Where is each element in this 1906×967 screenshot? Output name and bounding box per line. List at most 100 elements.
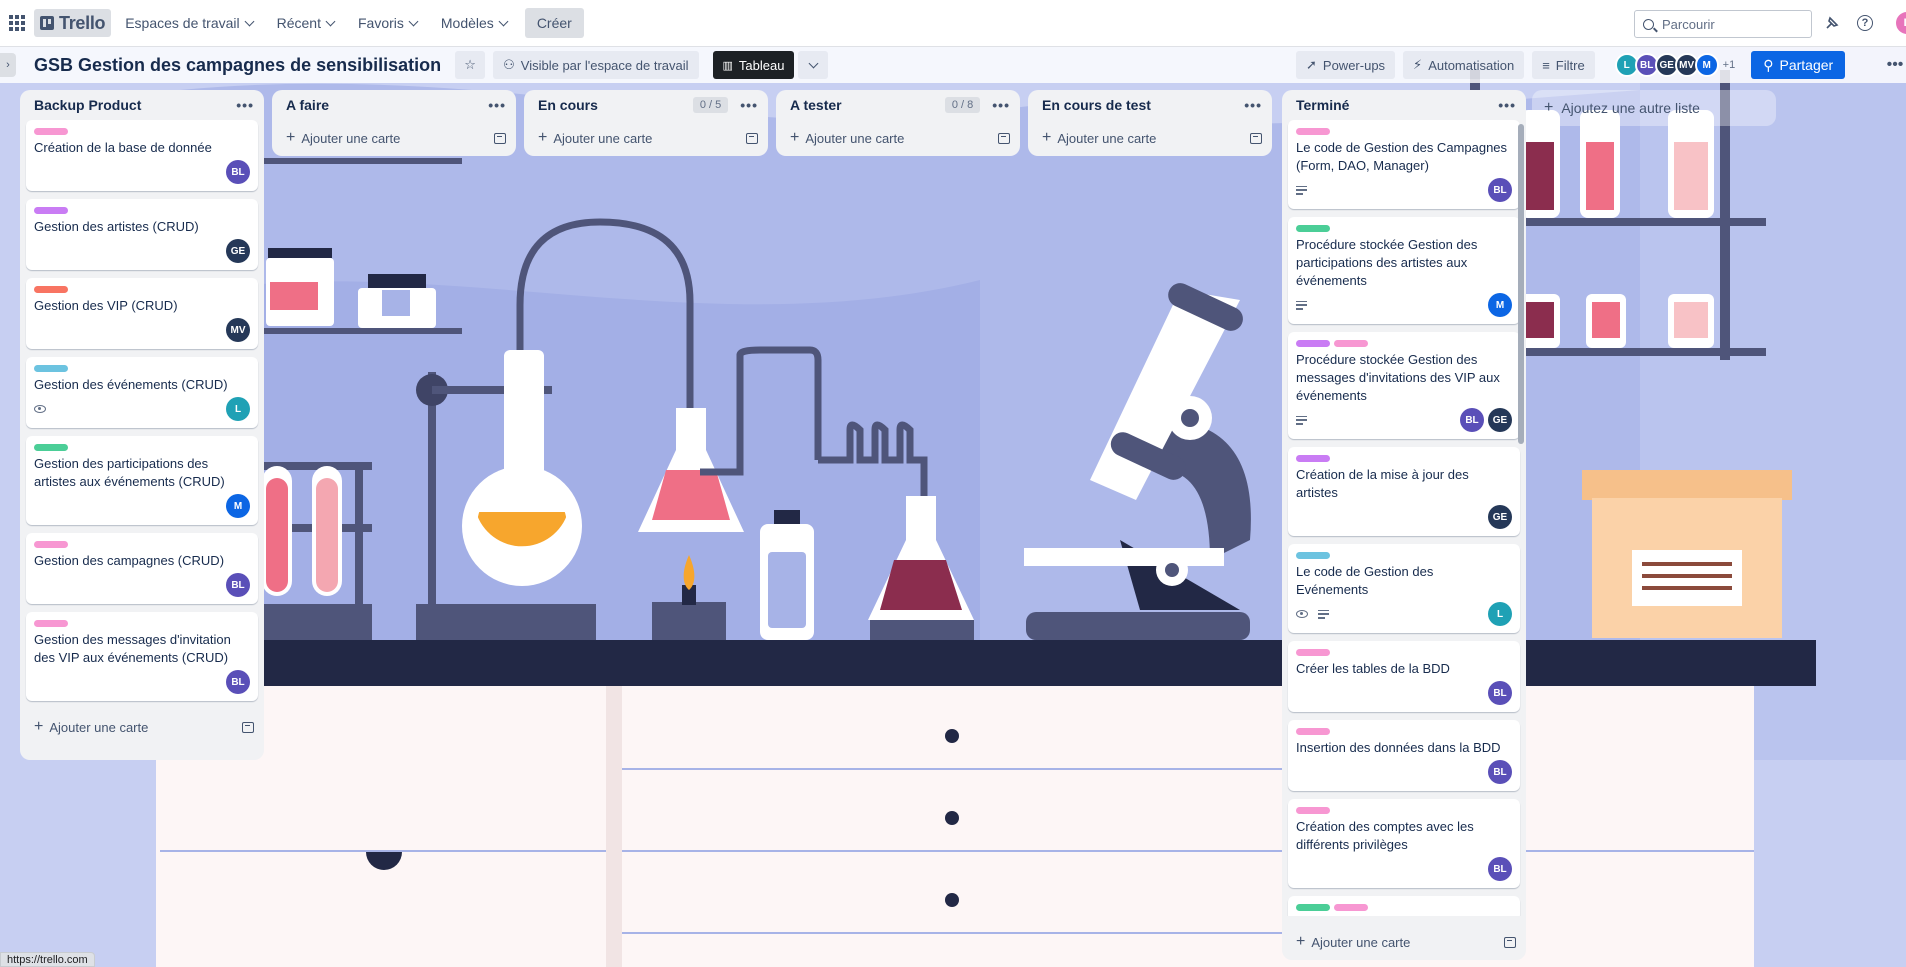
members-more-count[interactable]: +1 [1723,59,1736,71]
card-label[interactable] [34,444,68,451]
add-card-button[interactable]: + Ajouter une carte [1028,120,1272,156]
card-member-avatar[interactable]: MV [226,318,250,342]
list-0[interactable]: Backup Product ••• Création de la base de … [20,90,264,760]
list-header[interactable]: A tester 0 / 8 ••• [776,90,1020,120]
card-label[interactable] [1296,225,1330,232]
list-title[interactable]: En cours [538,97,693,113]
list-title[interactable]: En cours de test [1042,97,1244,113]
card-template-icon[interactable] [746,132,758,144]
list-title[interactable]: Backup Product [34,97,236,113]
nav-workspaces[interactable]: Espaces de travail [115,7,262,39]
card-labels[interactable] [1296,225,1512,232]
card-label[interactable] [1296,455,1330,462]
add-card-button[interactable]: + Ajouter une carte [1282,924,1526,960]
card[interactable]: Gestion des artistes (CRUD) GE [26,199,258,270]
card-label[interactable] [1334,340,1368,347]
board-menu-button[interactable]: ••• [1880,53,1906,77]
card[interactable]: Gestion des VIP (CRUD) MV [26,278,258,349]
card-member-avatar[interactable]: BL [1488,681,1512,705]
card-label[interactable] [1296,807,1330,814]
list-scrollbar-thumb[interactable] [1518,124,1524,444]
card[interactable]: Gestion des messages d'invitation des VI… [26,612,258,701]
card-label[interactable] [1296,128,1330,135]
list-scrollbar[interactable] [1518,124,1524,944]
card[interactable]: Insertion des données dans la BDD BL [1288,720,1520,791]
card[interactable]: Procédure stockée Gestion des participat… [1288,217,1520,324]
card-label[interactable] [34,365,68,372]
board-title[interactable]: GSB Gestion des campagnes de sensibilisa… [34,55,441,76]
card-label[interactable] [1296,340,1330,347]
card[interactable] [1288,896,1520,916]
card-labels[interactable] [34,620,250,627]
card-label[interactable] [1296,552,1330,559]
card-labels[interactable] [1296,807,1512,814]
card-label[interactable] [1296,728,1330,735]
automation-button[interactable]: ⚡ Automatisation [1403,51,1525,79]
card[interactable]: Gestion des campagnes (CRUD) BL [26,533,258,604]
card-label[interactable] [34,207,68,214]
card-member-avatar[interactable]: BL [1488,178,1512,202]
card-labels[interactable] [1296,904,1512,911]
list-2[interactable]: En cours 0 / 5 ••• + Ajouter une carte [524,90,768,156]
card-labels[interactable] [1296,340,1512,347]
list-5[interactable]: Terminé ••• Le code de Gestion des Campagn… [1282,90,1526,960]
card[interactable]: Procédure stockée Gestion des messages d… [1288,332,1520,439]
card[interactable]: Le code de Gestion des Evénements L [1288,544,1520,633]
card-member-avatar[interactable]: M [1488,293,1512,317]
trello-logo[interactable]: Trello [34,9,112,37]
app-switcher-icon[interactable] [4,10,30,36]
nav-recent[interactable]: Récent [267,7,344,39]
card-member-avatar[interactable]: BL [1488,857,1512,881]
sidebar-expand-button[interactable]: › [0,53,16,77]
member-avatar[interactable]: M [1694,53,1719,77]
add-card-button[interactable]: + Ajouter une carte [20,709,264,745]
board-members[interactable]: L BL GE MV M +1 [1614,53,1736,77]
list-header[interactable]: A faire ••• [272,90,516,120]
card-label[interactable] [34,286,68,293]
card-labels[interactable] [34,365,250,372]
card-template-icon[interactable] [1250,132,1262,144]
list-1[interactable]: A faire ••• + Ajouter une carte [272,90,516,156]
list-title[interactable]: Terminé [1296,97,1498,113]
card-label[interactable] [34,620,68,627]
user-avatar[interactable]: L [1896,12,1906,34]
share-button[interactable]: ⚲ Partager [1751,51,1846,79]
add-card-button[interactable]: + Ajouter une carte [776,120,1020,156]
card-member-avatar[interactable]: BL [226,670,250,694]
card-member-avatar[interactable]: BL [226,573,250,597]
list-menu-icon[interactable]: ••• [1498,97,1516,113]
star-board-button[interactable]: ☆ [455,51,486,79]
tab-board-view[interactable]: ▥ Tableau [712,51,795,79]
card[interactable]: Gestion des événements (CRUD) L [26,357,258,428]
card-labels[interactable] [1296,728,1512,735]
list-menu-icon[interactable]: ••• [488,97,506,113]
list-header[interactable]: Backup Product ••• [20,90,264,120]
card-template-icon[interactable] [494,132,506,144]
list-menu-icon[interactable]: ••• [236,97,254,113]
card[interactable]: Création des comptes avec les différents… [1288,799,1520,888]
card-labels[interactable] [34,128,250,135]
card[interactable]: Création de la mise à jour des artistes G… [1288,447,1520,536]
card-labels[interactable] [1296,649,1512,656]
card[interactable]: Créer les tables de la BDD BL [1288,641,1520,712]
card-label[interactable] [1296,649,1330,656]
card[interactable]: Le code de Gestion des Campagnes (Form, … [1288,120,1520,209]
list-menu-icon[interactable]: ••• [992,97,1010,113]
add-card-button[interactable]: + Ajouter une carte [272,120,516,156]
powerups-button[interactable]: ➚ Power-ups [1296,51,1396,79]
card[interactable]: Création de la base de donnée BL [26,120,258,191]
list-header[interactable]: Terminé ••• [1282,90,1526,120]
view-switcher-button[interactable] [798,51,829,79]
list-menu-icon[interactable]: ••• [740,97,758,113]
create-button[interactable]: Créer [524,8,584,38]
list-header[interactable]: En cours de test ••• [1028,90,1272,120]
list-title[interactable]: A tester [790,97,945,113]
card-labels[interactable] [1296,128,1512,135]
card-labels[interactable] [1296,552,1512,559]
card[interactable]: Gestion des participations des artistes … [26,436,258,525]
list-3[interactable]: A tester 0 / 8 ••• + Ajouter une carte [776,90,1020,156]
list-header[interactable]: En cours 0 / 5 ••• [524,90,768,120]
add-list-button[interactable]: + Ajoutez une autre liste [1532,90,1776,126]
card-member-avatar[interactable]: M [226,494,250,518]
search-input[interactable]: Parcourir [1634,10,1812,38]
